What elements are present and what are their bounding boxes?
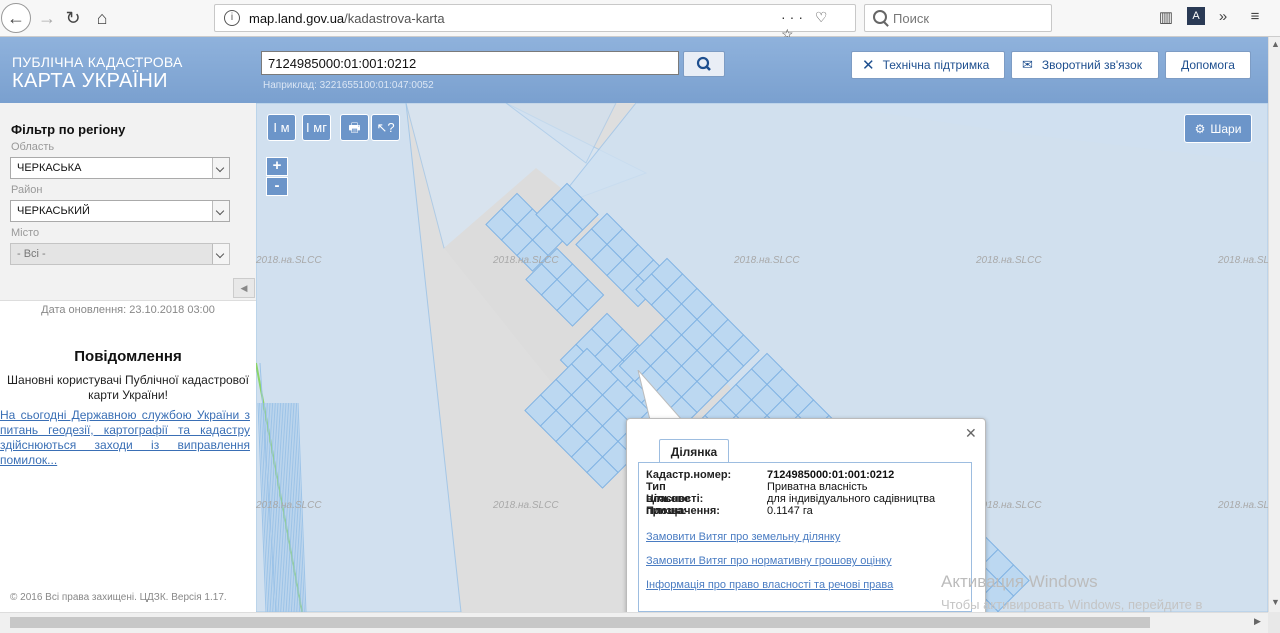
chevron-down-icon [212,158,229,178]
browser-search-box[interactable]: Поиск [864,4,1052,32]
overflow-icon[interactable]: » [1214,8,1232,26]
layers-button-label: Шари [1210,121,1242,136]
print-button[interactable]: 🖶 [340,114,369,141]
help-button-label: Допомога [1181,58,1235,72]
map-watermark: 2018.на.SLCC [1218,500,1268,511]
oblast-label: Область [11,141,55,153]
misto-value: - Всі - [17,248,46,260]
menu-icon[interactable]: ≡ [1246,8,1264,26]
detail-key: Площа: [646,505,687,517]
ownership-info-link[interactable]: Інформація про право власності та речові… [646,579,893,591]
gear-icon: ⚙ [1194,121,1206,136]
cadastral-search-input[interactable] [261,51,679,75]
chevron-up-icon[interactable]: ▲ [1271,39,1280,49]
measure-distance-button[interactable]: І м [267,114,296,141]
misto-select[interactable]: - Всі - [10,243,230,265]
browser-search-placeholder: Поиск [893,11,930,26]
copyright: © 2016 Всі права захищені. ЦДЗК. Версія … [10,592,227,603]
measure-area-button[interactable]: І мг [302,114,331,141]
cadastral-search-button[interactable] [683,51,725,77]
logo-line2: КАРТА УКРАЇНИ [12,70,168,92]
reload-icon[interactable]: ↻ [58,3,88,33]
horizontal-scrollbar[interactable]: ▶ [0,612,1268,633]
close-icon[interactable]: ✕ [965,425,977,442]
info-icon[interactable]: i [224,10,240,26]
chevron-right-icon[interactable]: ▶ [1254,616,1261,627]
map-watermark: 2018.на.SLCC [493,255,559,266]
library-icon[interactable]: ▥ [1157,8,1175,26]
order-valuation-link[interactable]: Замовити Витяг про нормативну грошову оц… [646,555,892,567]
search-icon [696,56,711,71]
search-example: Наприклад: 3221655100:01:047:0052 [263,80,434,91]
popup-pointer [637,370,684,421]
support-button[interactable]: ✕ Технічна підтримка [851,51,1005,79]
map-watermark: 2018.на.SLCC [734,255,800,266]
chevron-down-icon [212,201,229,221]
parcel-info-popup: ✕ Ділянка Кадастр.номер: 7124985000:01:0… [626,418,986,620]
sidebar: Фільтр по регіону Область ЧЕРКАСЬКА Райо… [0,103,256,612]
map-watermark: 2018.на.SLCC [1218,255,1268,266]
map-watermark: 2018.на.SLCC [256,500,322,511]
zoom-out-button[interactable]: - [266,177,288,196]
tab-parcel[interactable]: Ділянка [659,439,729,464]
rayon-value: ЧЕРКАСЬКИЙ [17,205,90,217]
layers-button[interactable]: ⚙ Шари [1184,114,1252,143]
back-icon[interactable]: ← [1,3,31,33]
help-button[interactable]: Допомога [1165,51,1251,79]
logo-line1: ПУБЛІЧНА КАДАСТРОВА [12,54,183,70]
order-extract-link[interactable]: Замовити Витяг про земельну ділянку [646,531,840,543]
message-title: Повідомлення [74,348,182,365]
filter-title: Фільтр по регіону [11,122,126,137]
collapse-sidebar-button[interactable]: ◀ [233,278,255,298]
map-watermark: 2018.на.SLCC [493,500,559,511]
oblast-value: ЧЕРКАСЬКА [17,162,82,174]
detail-value: 7124985000:01:001:0212 [767,469,895,481]
update-date: Дата оновлення: 23.10.2018 03:00 [41,304,215,316]
extension-icon[interactable]: A [1187,7,1205,25]
detail-value: 0.1147 га [767,505,813,517]
feedback-button[interactable]: ✉ Зворотний зв'язок [1011,51,1159,79]
zoom-in-button[interactable]: + [266,157,288,176]
oblast-select[interactable]: ЧЕРКАСЬКА [10,157,230,179]
chevron-down-icon[interactable]: ▼ [1271,597,1280,607]
parcel-details: Кадастр.номер: 7124985000:01:001:0212 Ти… [638,462,972,612]
feedback-button-label: Зворотний зв'язок [1041,58,1142,72]
map-watermark: 2018.на.SLCC [976,255,1042,266]
url-bar[interactable]: i map.land.gov.ua/kadastrova-karta ··· ♡… [214,4,856,42]
chevron-down-icon [212,244,229,264]
browser-toolbar: ← → ↻ ⌂ i map.land.gov.ua/kadastrova-kar… [0,0,1280,42]
map-watermark: 2018.на.SLCC [256,255,322,266]
detail-key: Кадастр.номер: [646,469,732,481]
message-body: Шановні користувачі Публічної кадастрово… [7,373,249,402]
search-icon [873,10,887,24]
detail-value: для індивідуального садівництва [767,493,936,505]
site-header: ПУБЛІЧНА КАДАСТРОВА КАРТА УКРАЇНИ Наприк… [0,37,1268,103]
misto-label: Місто [11,227,40,239]
message-link[interactable]: На сьогодні Державною службою України з … [0,408,250,468]
region-filter-panel: Фільтр по регіону Область ЧЕРКАСЬКА Райо… [0,103,256,301]
scrollbar-thumb[interactable] [10,617,1150,628]
rayon-label: Район [11,184,43,196]
detail-value: Приватна власність [767,481,868,493]
support-button-label: Технічна підтримка [882,58,990,72]
vertical-scrollbar[interactable]: ▲ ▼ [1268,37,1280,612]
url-text: map.land.gov.ua/kadastrova-karta [249,11,445,26]
rayon-select[interactable]: ЧЕРКАСЬКИЙ [10,200,230,222]
tools-icon: ✕ [862,57,875,74]
windows-activation-title: Активация Windows [941,572,1098,591]
identify-button[interactable]: ↖? [371,114,400,141]
home-icon[interactable]: ⌂ [87,3,117,33]
envelope-icon: ✉ [1022,57,1033,72]
